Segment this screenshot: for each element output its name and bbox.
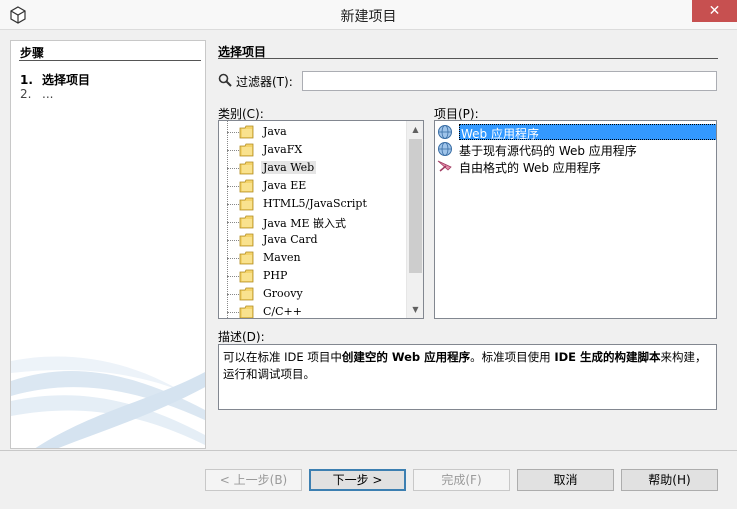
freeform-hammer-icon — [437, 160, 452, 172]
globe-icon — [438, 125, 452, 139]
category-item-c-cpp[interactable]: C/C++ — [219, 303, 405, 318]
globe-icon — [438, 142, 452, 156]
folder-icon — [239, 143, 254, 157]
description-label: 描述(D): — [218, 330, 265, 344]
footer-divider — [0, 450, 737, 451]
folder-icon — [239, 125, 254, 139]
category-item-java-card[interactable]: Java Card — [219, 231, 405, 249]
next-button[interactable]: 下一步 > — [309, 469, 406, 491]
step-item-1: 1. 选择项目 — [20, 73, 91, 87]
steps-title: 步骤 — [20, 46, 45, 60]
category-item-java-me[interactable]: Java ME 嵌入式 — [219, 213, 405, 231]
filter-input[interactable] — [302, 71, 717, 91]
category-item-javafx[interactable]: JavaFX — [219, 141, 405, 159]
step-label: 选择项目 — [42, 73, 91, 87]
close-button[interactable]: ✕ — [692, 0, 737, 22]
finish-button[interactable]: 完成(F) — [413, 469, 510, 491]
folder-icon — [239, 215, 254, 229]
title-divider — [218, 58, 718, 59]
category-item-java-ee[interactable]: Java EE — [219, 177, 405, 195]
search-icon — [218, 73, 232, 87]
description-text: 可以在标准 IDE 项目中创建空的 Web 应用程序。标准项目使用 IDE 生成… — [218, 344, 717, 410]
projects-list[interactable]: Web 应用程序 基于现有源代码的 Web 应用程序 自由格式的 Web 应用程… — [434, 120, 717, 319]
window-title: 新建项目 — [340, 9, 397, 25]
folder-icon — [239, 161, 254, 175]
scroll-up-icon[interactable]: ▲ — [407, 121, 423, 138]
folder-icon — [239, 197, 254, 211]
title-bar: 新建项目 ✕ — [0, 0, 737, 30]
steps-panel: 步骤 1. 选择项目 2.... — [10, 40, 206, 449]
project-item-web-app[interactable]: Web 应用程序 — [435, 123, 716, 141]
help-button[interactable]: 帮助(H) — [621, 469, 718, 491]
folder-icon — [239, 269, 254, 283]
project-item-web-app-existing-sources[interactable]: 基于现有源代码的 Web 应用程序 — [435, 140, 716, 158]
category-item-java[interactable]: Java — [219, 123, 405, 141]
decorative-swoosh-graphic — [11, 356, 205, 448]
folder-icon — [239, 179, 254, 193]
category-item-groovy[interactable]: Groovy — [219, 285, 405, 303]
step-item-2: 2.... — [20, 87, 54, 101]
categories-scrollbar[interactable]: ▲ ▼ — [406, 121, 423, 318]
scroll-down-icon[interactable]: ▼ — [407, 301, 423, 318]
folder-icon — [239, 287, 254, 301]
scroll-thumb[interactable] — [409, 139, 422, 273]
category-item-java-web[interactable]: Java Web — [219, 159, 405, 177]
filter-label: 过滤器(T): — [236, 75, 293, 89]
categories-tree[interactable]: Java JavaFX Java Web Java EE HTML5/JavaS… — [218, 120, 424, 319]
project-item-freeform-web-app[interactable]: 自由格式的 Web 应用程序 — [435, 157, 716, 175]
category-item-php[interactable]: PHP — [219, 267, 405, 285]
folder-icon — [239, 233, 254, 247]
cancel-button[interactable]: 取消 — [517, 469, 614, 491]
folder-icon — [239, 305, 254, 318]
folder-icon — [239, 251, 254, 265]
category-item-maven[interactable]: Maven — [219, 249, 405, 267]
category-item-html5[interactable]: HTML5/JavaScript — [219, 195, 405, 213]
step-label: ... — [42, 87, 54, 101]
back-button[interactable]: < 上一步(B) — [205, 469, 302, 491]
steps-divider — [19, 60, 201, 61]
